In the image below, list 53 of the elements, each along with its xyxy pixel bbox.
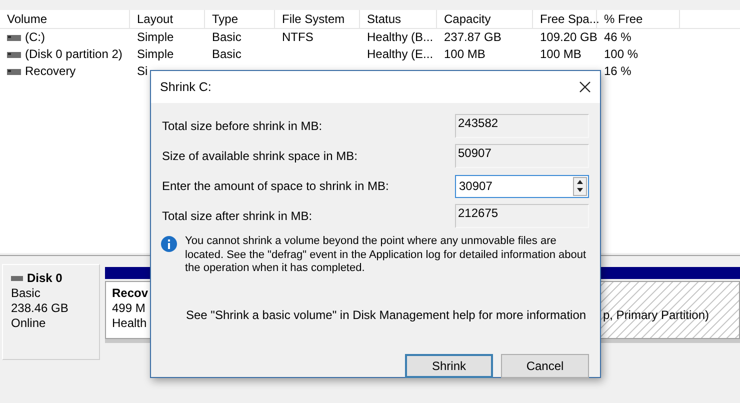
drive-icon: [7, 68, 21, 74]
table-cell: 109.20 GB: [540, 29, 598, 46]
disk-name: Disk 0: [27, 271, 62, 286]
volume-name: (Disk 0 partition 2): [25, 46, 122, 63]
table-cell: 237.87 GB: [444, 29, 502, 46]
dialog-title: Shrink C:: [160, 78, 212, 96]
table-cell: 46 %: [604, 29, 632, 46]
partition-size: 499 M: [112, 301, 146, 316]
table-cell: NTFS: [282, 29, 314, 46]
partition-status: Health: [112, 316, 147, 331]
table-cell: Basic: [212, 29, 242, 46]
column-header[interactable]: Status: [360, 10, 437, 28]
column-header[interactable]: Type: [205, 10, 275, 28]
volume-name: (C:): [25, 29, 45, 46]
help-text: See "Shrink a basic volume" in Disk Management help for more information: [186, 308, 586, 322]
table-cell: Basic: [212, 46, 242, 63]
table-cell: Si: [137, 63, 148, 80]
column-header[interactable]: File System: [275, 10, 360, 28]
info-icon: [161, 236, 177, 252]
column-header[interactable]: % Free: [597, 10, 680, 28]
column-header[interactable]: Free Spa...: [533, 10, 597, 28]
drive-icon: [7, 34, 21, 40]
partition-status: p, Primary Partition): [602, 308, 709, 323]
table-cell: Healthy (E...: [367, 46, 434, 63]
table-cell: 100 MB: [540, 46, 582, 63]
drive-icon: [7, 52, 21, 58]
field-label: Enter the amount of space to shrink in MB:: [162, 178, 389, 195]
table-cell: Healthy (B...: [367, 29, 434, 46]
field-label: Total size after shrink in MB:: [162, 208, 312, 225]
table-cell: 100 MB: [444, 46, 486, 63]
dialog-button[interactable]: Cancel: [501, 354, 589, 378]
readonly-field: 212675: [455, 204, 589, 228]
disk-detail: 238.46 GB: [11, 301, 70, 316]
column-header[interactable]: Layout: [130, 10, 205, 28]
spin-arrows[interactable]: [573, 176, 587, 196]
disk-detail: Basic: [11, 286, 42, 301]
field-label: Total size before shrink in MB:: [162, 118, 322, 135]
table-cell: Simple: [137, 46, 174, 63]
field-label: Size of available shrink space in MB:: [162, 148, 358, 165]
spin-field[interactable]: 30907: [455, 174, 589, 198]
volume-name: Recovery: [25, 63, 76, 80]
readonly-field: 50907: [455, 144, 589, 168]
table-cell: 100 %: [604, 46, 638, 63]
info-message: You cannot shrink a volume beyond the point where any unmovable files are located. See the "defrag" event in the Application log for detailed information about the operation when it has completed.: [185, 235, 588, 276]
column-header[interactable]: Volume: [0, 10, 130, 28]
dialog-button[interactable]: Shrink: [405, 354, 493, 378]
table-cell: Simple: [137, 29, 174, 46]
readonly-field: 243582: [455, 114, 589, 138]
close-icon[interactable]: [579, 81, 591, 93]
table-cell: 16 %: [604, 63, 632, 80]
partition-name: Recov: [112, 286, 148, 301]
disk-detail: Online: [11, 316, 47, 331]
column-header[interactable]: Capacity: [437, 10, 533, 28]
